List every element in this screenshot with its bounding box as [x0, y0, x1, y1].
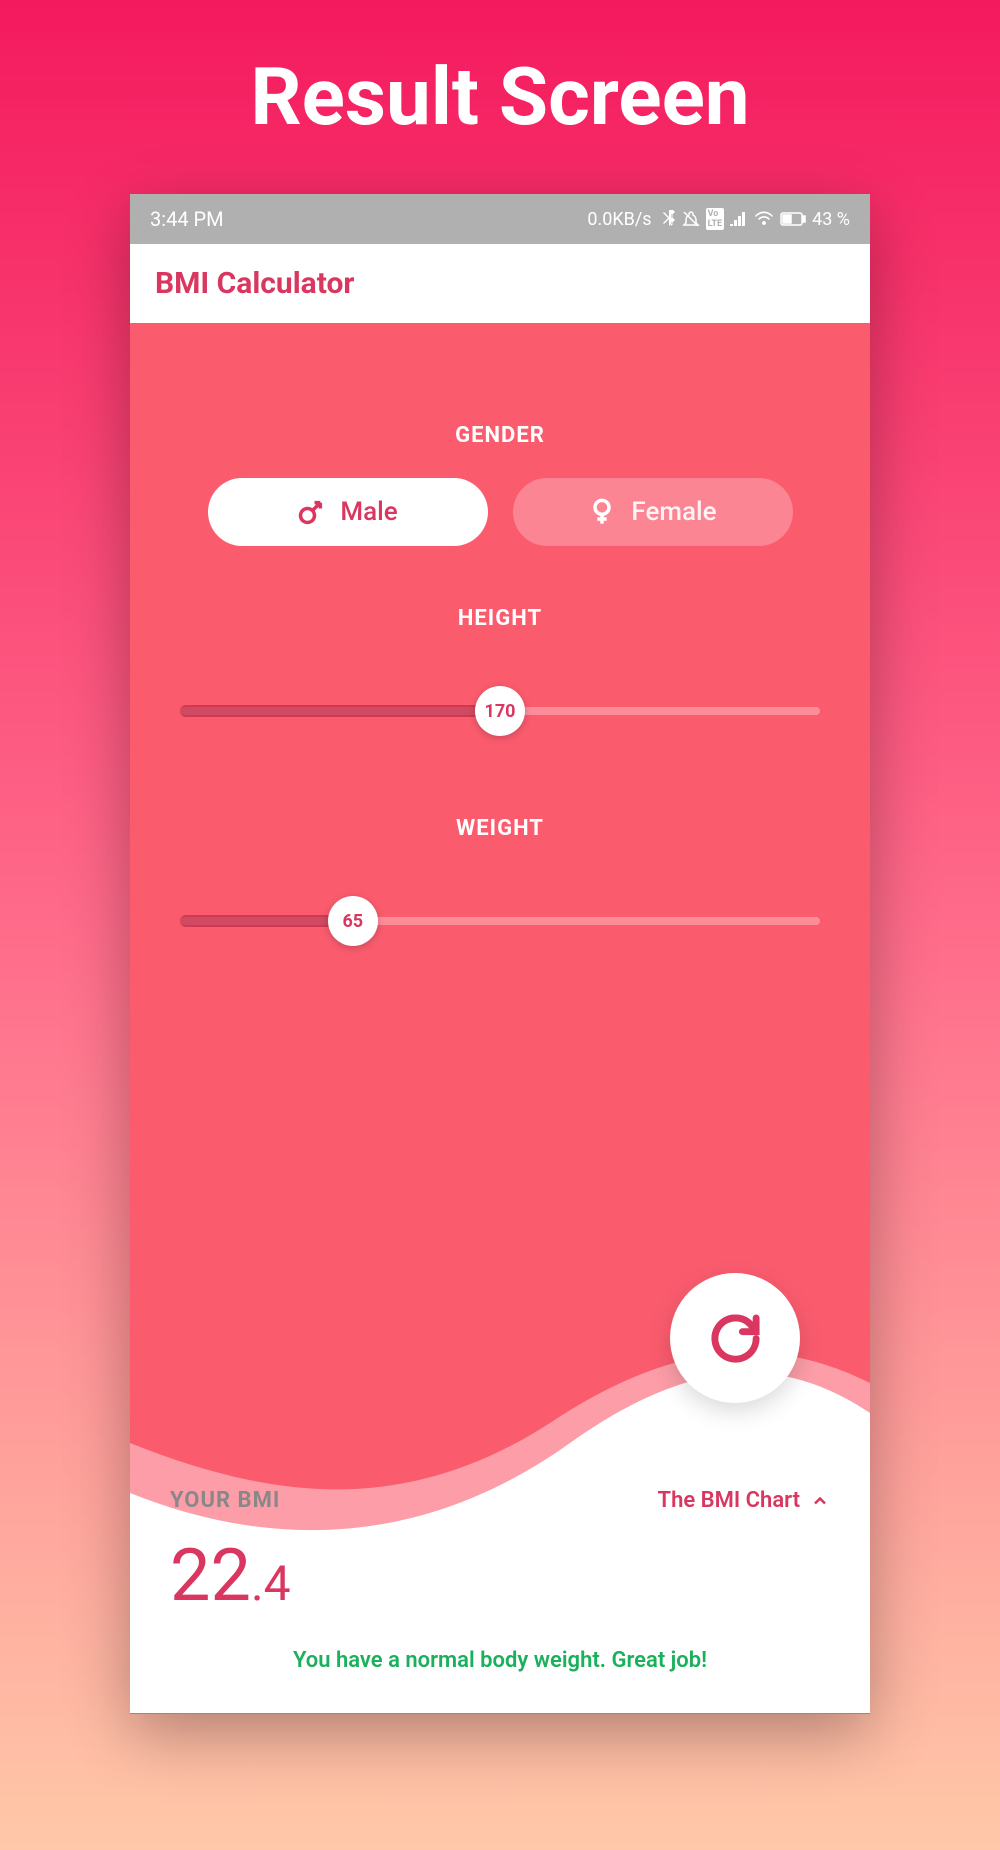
height-label: HEIGHT — [180, 606, 820, 631]
height-thumb[interactable]: 170 — [475, 686, 525, 736]
status-bar: 3:44 PM 0.0KB/s VoLTE 43 % — [130, 194, 870, 244]
wifi-icon — [754, 211, 774, 227]
chart-link-text: The BMI Chart — [658, 1488, 800, 1513]
bmi-value: 22.4 — [170, 1533, 830, 1618]
male-label: Male — [340, 497, 397, 527]
height-slider[interactable]: 170 — [180, 681, 820, 741]
chevron-up-icon — [810, 1491, 830, 1511]
status-data-rate: 0.0KB/s — [587, 209, 651, 230]
phone-frame: 3:44 PM 0.0KB/s VoLTE 43 % BMI Calculato… — [130, 194, 870, 1714]
weight-thumb[interactable]: 65 — [328, 896, 378, 946]
gender-section: GENDER Male Female — [180, 423, 820, 546]
male-button[interactable]: Male — [208, 478, 488, 546]
main-content: GENDER Male Female HEIGHT 170 — [130, 323, 870, 1713]
weight-label: WEIGHT — [180, 816, 820, 841]
status-icons: VoLTE 43 % — [662, 208, 850, 230]
bmi-chart-link[interactable]: The BMI Chart — [658, 1488, 830, 1513]
bmi-whole: 22 — [170, 1533, 251, 1618]
wave-container: YOUR BMI The BMI Chart 22.4 You have a n… — [130, 1233, 870, 1713]
result-message: You have a normal body weight. Great job… — [170, 1648, 830, 1673]
refresh-icon — [708, 1311, 763, 1366]
mute-icon — [682, 210, 700, 228]
battery-icon — [780, 212, 806, 226]
app-title: BMI Calculator — [155, 266, 845, 301]
gender-label: GENDER — [180, 423, 820, 448]
male-icon — [297, 498, 325, 526]
volte-icon: VoLTE — [706, 208, 725, 230]
height-section: HEIGHT 170 — [180, 606, 820, 741]
your-bmi-label: YOUR BMI — [170, 1488, 280, 1513]
refresh-button[interactable] — [670, 1273, 800, 1403]
gender-row: Male Female — [180, 478, 820, 546]
weight-slider[interactable]: 65 — [180, 891, 820, 951]
page-title: Result Screen — [250, 50, 749, 144]
female-icon — [588, 498, 616, 526]
female-label: Female — [631, 497, 716, 527]
bluetooth-icon — [662, 210, 676, 228]
status-time: 3:44 PM — [150, 207, 224, 231]
height-fill — [180, 705, 500, 717]
status-right: 0.0KB/s VoLTE 43 % — [587, 208, 850, 230]
bmi-decimal: .4 — [251, 1555, 291, 1612]
signal-icon — [730, 212, 748, 226]
status-battery: 43 % — [812, 209, 850, 230]
result-section: YOUR BMI The BMI Chart 22.4 You have a n… — [130, 1458, 870, 1713]
app-header: BMI Calculator — [130, 244, 870, 323]
result-header: YOUR BMI The BMI Chart — [170, 1488, 830, 1513]
weight-section: WEIGHT 65 — [180, 816, 820, 951]
female-button[interactable]: Female — [513, 478, 793, 546]
